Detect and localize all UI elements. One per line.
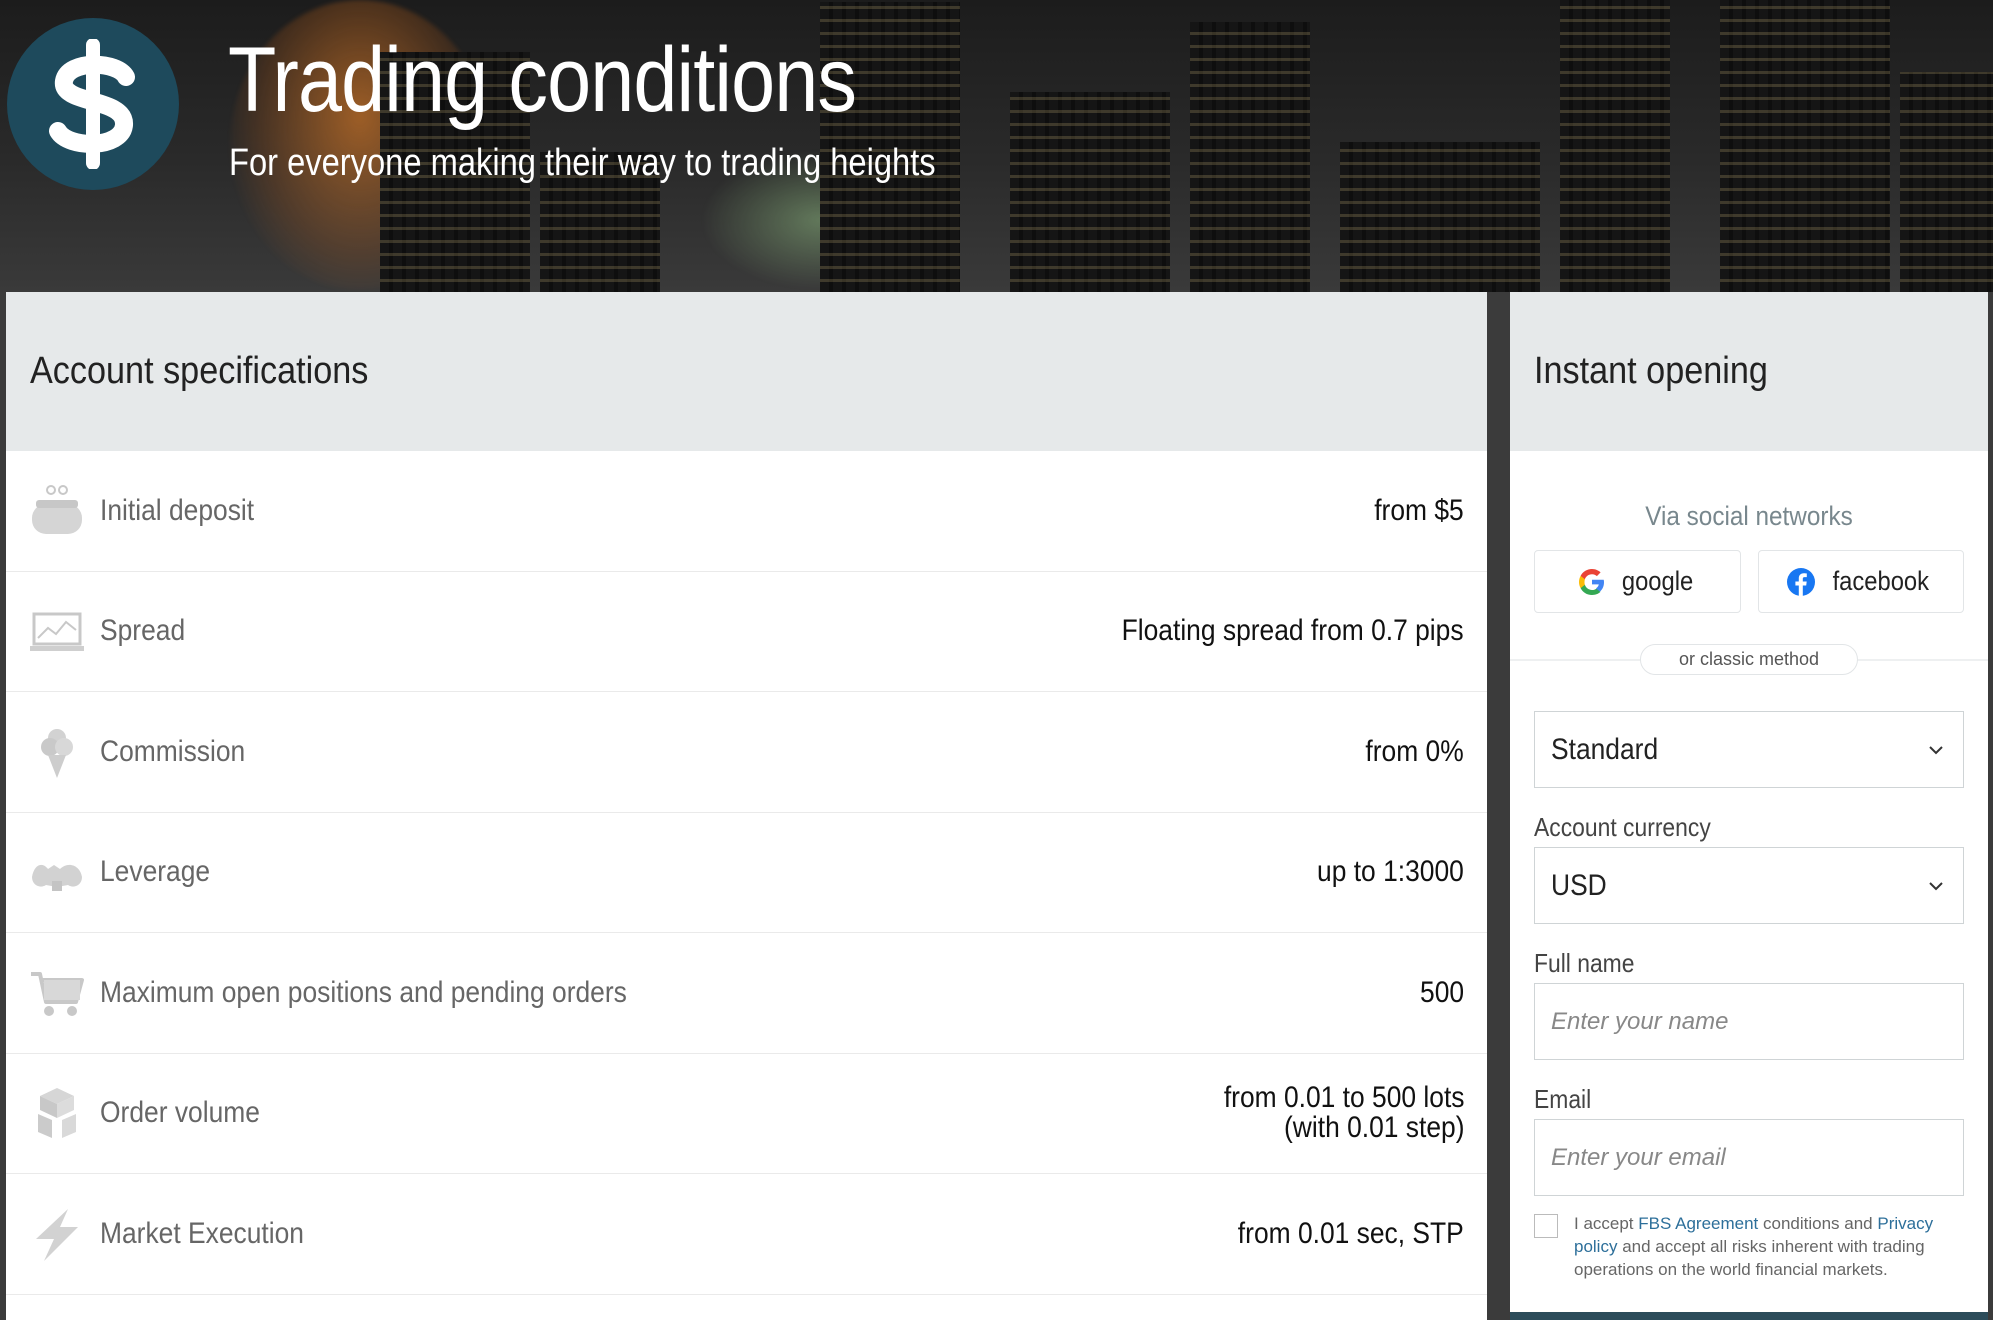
facebook-label: facebook (1832, 566, 1929, 596)
spec-label: Order volume (100, 1096, 260, 1130)
dollar-icon (49, 39, 135, 169)
spec-row-market-execution: Market Execution from 0.01 sec, STP (6, 1174, 1487, 1295)
facebook-button[interactable]: facebook (1757, 550, 1964, 613)
accept-middle: conditions and (1758, 1214, 1878, 1233)
spec-label: Market Execution (100, 1216, 304, 1250)
instant-opening-panel: Instant opening Via social networks goog… (1510, 292, 1988, 1320)
spec-value-line: (with 0.01 step) (1283, 1111, 1464, 1145)
google-button[interactable]: google (1534, 550, 1741, 613)
accept-prefix: I accept (1574, 1214, 1639, 1233)
page-title: Trading conditions (228, 29, 857, 131)
chart-monitor-icon (28, 602, 86, 660)
boxes-icon (28, 1084, 86, 1142)
google-icon (1578, 568, 1604, 595)
accept-text: I accept FBS Agreement conditions and Pr… (1574, 1212, 1964, 1281)
wallet-icon (28, 482, 86, 540)
spec-row-commission: Commission from 0% (6, 692, 1487, 813)
open-heading: Instant opening (1534, 350, 1768, 392)
spec-label: Maximum open positions and pending order… (100, 975, 627, 1009)
spec-label: Commission (100, 734, 246, 768)
spec-row-order-volume: Order volume from 0.01 to 500 lots (with … (6, 1054, 1487, 1174)
spec-value: 500 (1419, 975, 1464, 1009)
google-label: google (1621, 566, 1693, 596)
submit-button-edge[interactable] (1510, 1312, 1988, 1320)
muscle-arm-icon (28, 843, 86, 901)
logo[interactable] (7, 18, 179, 190)
spec-label: Initial deposit (100, 493, 255, 527)
email-input[interactable] (1534, 1119, 1964, 1196)
specs-heading: Account specifications (30, 350, 369, 392)
spec-value: from 0.01 to 500 lots (with 0.01 step) (1223, 1083, 1464, 1143)
spec-row-max-positions: Maximum open positions and pending order… (6, 933, 1487, 1054)
building (1560, 0, 1670, 292)
via-social-label: Via social networks (1645, 501, 1853, 531)
building (1190, 22, 1310, 292)
spec-label: Spread (100, 614, 186, 648)
accept-suffix: and accept all risks inherent with tradi… (1574, 1237, 1925, 1279)
spec-value: up to 1:3000 (1317, 855, 1464, 889)
building (1340, 142, 1540, 292)
fbs-agreement-link[interactable]: FBS Agreement (1638, 1214, 1758, 1233)
spec-row-initial-deposit: Initial deposit from $5 (6, 451, 1487, 572)
building (1010, 92, 1170, 292)
currency-value: USD (1551, 868, 1607, 902)
page-subtitle: For everyone making their way to trading… (229, 142, 936, 184)
spec-row-leverage: Leverage up to 1:3000 (6, 813, 1487, 933)
specs-header: Account specifications (6, 292, 1487, 451)
account-type-value: Standard (1551, 732, 1659, 766)
spec-row-spread: Spread Floating spread from 0.7 pips (6, 572, 1487, 692)
spec-value: Floating spread from 0.7 pips (1122, 614, 1464, 648)
fullname-label: Full name (1534, 948, 1635, 978)
building (1720, 0, 1890, 292)
currency-select[interactable]: USD (1534, 847, 1964, 924)
account-type-select[interactable]: Standard (1534, 711, 1964, 788)
chevron-down-icon (1929, 745, 1943, 754)
registration-form: Standard Account currency USD Full name … (1510, 711, 1988, 1281)
spec-value: from $5 (1374, 493, 1464, 527)
email-label: Email (1534, 1084, 1592, 1114)
ice-cream-icon (28, 723, 86, 781)
open-header: Instant opening (1510, 292, 1988, 451)
shopping-cart-icon (28, 964, 86, 1022)
currency-label: Account currency (1534, 812, 1711, 842)
spec-label: Leverage (100, 855, 211, 889)
building (1900, 72, 1993, 292)
spec-value-line: from 0.01 to 500 lots (1223, 1081, 1464, 1115)
spec-value: from 0% (1365, 734, 1464, 768)
social-buttons: google facebook (1510, 550, 1988, 613)
divider-label: or classic method (1639, 644, 1859, 675)
account-specifications-panel: Account specifications Initial deposit f… (6, 292, 1487, 1320)
chevron-down-icon (1929, 881, 1943, 890)
hero-banner: Trading conditions For everyone making t… (0, 0, 1993, 292)
or-divider: or classic method (1510, 644, 1988, 675)
accept-terms: I accept FBS Agreement conditions and Pr… (1534, 1212, 1964, 1281)
fullname-input[interactable] (1534, 983, 1964, 1060)
facebook-icon (1786, 567, 1815, 596)
accept-checkbox[interactable] (1534, 1214, 1558, 1238)
spec-value: from 0.01 sec, STP (1238, 1216, 1464, 1250)
lightning-icon (28, 1205, 86, 1263)
